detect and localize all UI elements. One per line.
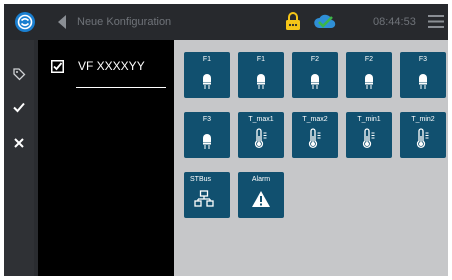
tile-t-max1[interactable]: T_max1 [238,112,284,158]
tile-f1[interactable]: F1 [184,52,230,98]
tile-f3[interactable]: F3 [400,52,446,98]
tile-f1[interactable]: F1 [238,52,284,98]
network-icon [194,190,214,207]
bulb-icon [419,74,427,89]
divider [76,87,166,88]
check-icon[interactable] [12,100,26,114]
tile-f2[interactable]: F2 [346,52,392,98]
close-icon[interactable] [12,136,26,150]
bulb-icon [203,134,211,149]
page-title: Neue Konfiguration [77,16,172,28]
thermometer-icon [362,128,375,149]
bulb-icon [365,74,373,89]
lock-icon[interactable] [285,12,301,30]
logo-icon[interactable] [14,11,36,33]
tile-label: T_max1 [248,116,274,123]
tile-label: F3 [418,56,428,63]
tile-label: F1 [202,56,212,63]
tile-label: F2 [364,56,374,63]
item-checkbox[interactable] [51,60,64,73]
tile-label: T_min2 [411,116,435,123]
tile-f2[interactable]: F2 [292,52,338,98]
thermometer-icon [254,128,267,149]
tile-grid: F1 F1 F2 F2 F3 F3 T_max1 T_max2 T_min1 T… [174,40,448,276]
clock-time: 08:44:53 [373,16,416,28]
tile-label: T_min1 [357,116,381,123]
config-list: VF XXXXYY [38,40,174,276]
tile-t-min1[interactable]: T_min1 [346,112,392,158]
cloud-check-icon[interactable] [313,12,337,30]
tile-label: Alarm [251,176,271,183]
app-window: Neue Konfiguration 08:44:53 VF XXXXYY F1… [4,4,448,276]
tile-t-max2[interactable]: T_max2 [292,112,338,158]
config-name: VF XXXXYY [78,59,145,73]
top-bar: Neue Konfiguration 08:44:53 [4,4,448,40]
warning-icon [252,191,270,207]
tile-label: T_max2 [302,116,328,123]
thermometer-icon [308,128,321,149]
thermometer-icon [416,128,429,149]
bulb-icon [203,74,211,89]
bulb-icon [257,74,265,89]
tile-t-min2[interactable]: T_min2 [400,112,446,158]
tile-label: STBus [190,176,212,183]
menu-icon[interactable] [428,15,444,28]
back-arrow-icon[interactable] [56,14,68,30]
tag-icon[interactable] [12,67,26,81]
tile-stbus[interactable]: STBus [184,172,230,218]
tile-alarm[interactable]: Alarm [238,172,284,218]
bulb-icon [311,74,319,89]
sidebar [4,40,34,276]
tile-label: F3 [202,116,212,123]
tile-f3[interactable]: F3 [184,112,230,158]
tile-label: F2 [310,56,320,63]
tile-label: F1 [256,56,266,63]
